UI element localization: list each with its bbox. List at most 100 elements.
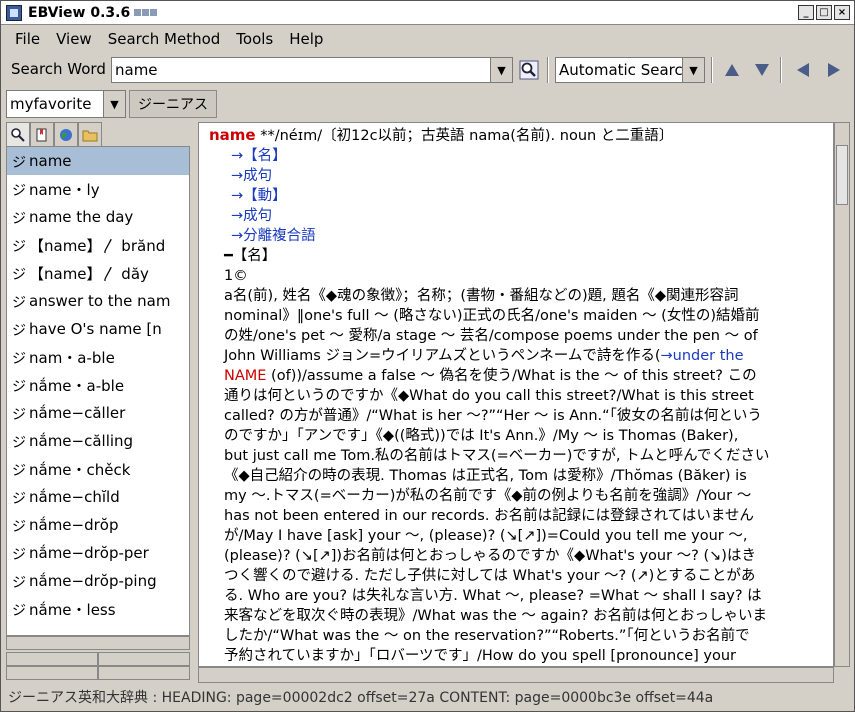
result-dict-mark: ジ bbox=[12, 379, 26, 395]
result-item[interactable]: ジ nắme−drŏp bbox=[7, 511, 189, 539]
result-item[interactable]: ジ have O's name [n bbox=[7, 315, 189, 343]
previous-hit-button[interactable] bbox=[720, 58, 744, 82]
result-item[interactable]: ジ nắme−chĭld bbox=[7, 483, 189, 511]
result-text: nắme・chěck bbox=[29, 460, 131, 479]
result-item[interactable]: ジ nắme・less bbox=[7, 595, 189, 623]
entry-inline-link[interactable]: →under the bbox=[661, 348, 744, 364]
content-vertical-scrollbar[interactable] bbox=[834, 122, 850, 667]
result-dict-mark: ジ bbox=[12, 323, 26, 339]
result-pane: ジ name ジ name・ly ジ name the day ジ【name】〳 brănd… bbox=[6, 122, 190, 684]
back-button[interactable] bbox=[791, 58, 815, 82]
entry-link[interactable]: →【名】 bbox=[231, 148, 287, 164]
search-method-combo[interactable]: Automatic Searcl ▼ bbox=[555, 57, 705, 83]
magnifier-icon[interactable] bbox=[517, 58, 541, 82]
dictionary-button[interactable]: ジーニアス bbox=[129, 90, 217, 118]
entry-line: の姓/one's pet 〜 愛称/a stage 〜 芸名/compose p… bbox=[209, 326, 825, 346]
result-dict-mark: ジ bbox=[12, 463, 26, 479]
title-bar: EBView 0.3.6 _ □ × bbox=[1, 1, 854, 25]
arrow-right-icon bbox=[99, 665, 189, 667]
chevron-down-icon[interactable]: ▼ bbox=[490, 58, 512, 82]
entry-link[interactable]: →成句 bbox=[231, 168, 272, 184]
result-text: nắme−drŏp-ping bbox=[29, 572, 157, 590]
minimize-button[interactable]: _ bbox=[798, 5, 814, 20]
entry-content[interactable]: name **/néɪm/〔初12c以前；古英語 nama(名前). noun … bbox=[198, 122, 834, 667]
result-prev-button[interactable] bbox=[6, 652, 98, 680]
arrow-up-icon bbox=[725, 64, 739, 76]
result-item[interactable]: ジ nắme・chěck bbox=[7, 455, 189, 483]
entry-pronunciation: **/néɪm/〔初12c以前；古英語 nama(名前). noun と二重語〕 bbox=[255, 128, 674, 144]
entry-line-text: John Williams ジョン=ウイリアムズというペンネームで詩を作る( bbox=[224, 348, 661, 364]
entry-line-text: 予約されていますか」「ロバーツです」/How do you spell [pro… bbox=[224, 648, 737, 664]
menu-help[interactable]: Help bbox=[281, 30, 331, 48]
forward-button[interactable] bbox=[822, 58, 846, 82]
folder-tab-icon[interactable] bbox=[78, 122, 102, 146]
close-button[interactable]: × bbox=[834, 5, 850, 20]
result-item[interactable]: ジ【name】〳 dăy bbox=[7, 259, 189, 287]
globe-tab-icon[interactable] bbox=[54, 122, 78, 146]
entry-line: a名(前), 姓名《◆魂の象徴》；名称；(書物・番組などの)題, 題名《◆関連形… bbox=[209, 286, 825, 306]
entry-line: nominal》‖one's full 〜 (略さない)正式の氏名/one's … bbox=[209, 306, 825, 326]
result-list-scrollbar[interactable] bbox=[6, 636, 190, 650]
menu-search-method[interactable]: Search Method bbox=[100, 30, 229, 48]
result-dict-mark: ジ bbox=[12, 183, 26, 199]
bookmark-tab-icon[interactable] bbox=[30, 122, 54, 146]
result-item[interactable]: ジ answer to the nam bbox=[7, 287, 189, 315]
search-word-combo[interactable]: name ▼ bbox=[111, 57, 513, 83]
result-text: nắme−chĭld bbox=[29, 488, 120, 506]
entry-line-text: (please)? (↘[↗])お名前は何とおっしゃるのですか《◆What's … bbox=[224, 548, 756, 564]
entry-line: 予約されていますか」「ロバーツです」/How do you spell [pro… bbox=[209, 646, 825, 666]
result-dict-mark: ジ bbox=[12, 155, 26, 171]
entry-line-text: called? の方が普通》/“What is her 〜?”“Her 〜 is… bbox=[224, 408, 762, 424]
toolbar-separator bbox=[780, 57, 782, 83]
result-dict-mark: ジ bbox=[12, 211, 26, 227]
entry-line-text: したか/“What was the 〜 on the reservation?”… bbox=[224, 628, 750, 644]
menu-tools[interactable]: Tools bbox=[228, 30, 281, 48]
result-item[interactable]: ジ name・ly bbox=[7, 175, 189, 203]
entry-inline-headword[interactable]: NAME bbox=[224, 368, 266, 384]
maximize-button[interactable]: □ bbox=[816, 5, 832, 20]
entry-line: NAME (of))/assume a false 〜 偽名を使う/What i… bbox=[209, 366, 825, 386]
result-item[interactable]: ジ【name】〳 brănd bbox=[7, 231, 189, 259]
chevron-down-icon[interactable]: ▼ bbox=[682, 58, 704, 82]
result-item[interactable]: ジ name the day bbox=[7, 203, 189, 231]
entry-headword: name bbox=[209, 126, 256, 144]
result-item[interactable]: ジ nắme・a-ble bbox=[7, 371, 189, 399]
result-text: nắme−căller bbox=[29, 404, 126, 422]
content-horizontal-scrollbar[interactable] bbox=[198, 667, 834, 683]
result-nav bbox=[6, 652, 190, 680]
status-bar: ジーニアス英和大辞典 : HEADING: page=00002dc2 offs… bbox=[8, 690, 714, 706]
entry-link[interactable]: →【動】 bbox=[231, 188, 287, 204]
result-item[interactable]: ジ nắme−drŏp-per bbox=[7, 539, 189, 567]
result-item[interactable]: ジ nam・a-ble bbox=[7, 343, 189, 371]
scroll-thumb[interactable] bbox=[836, 145, 848, 205]
entry-link[interactable]: →成句 bbox=[231, 208, 272, 224]
result-item[interactable]: ジ nắme−căller bbox=[7, 399, 189, 427]
result-text: nắme・a-ble bbox=[29, 376, 125, 395]
entry-line: したか/“What was the 〜 on the reservation?”… bbox=[209, 626, 825, 646]
entry-line-text: のですか」「アンです」《◆((略式))では It's Ann.》/My 〜 is… bbox=[224, 428, 739, 444]
result-text: nắme・less bbox=[29, 600, 116, 619]
dict-group-combo[interactable]: myfavorite ▼ bbox=[6, 90, 126, 118]
pane-tabs bbox=[6, 122, 102, 146]
entry-line-text: a名(前), 姓名《◆魂の象徴》；名称；(書物・番組などの)題, 題名《◆関連形… bbox=[224, 288, 739, 304]
result-list[interactable]: ジ name ジ name・ly ジ name the day ジ【name】〳 brănd… bbox=[6, 146, 190, 636]
result-item[interactable]: ジ nắme−călling bbox=[7, 427, 189, 455]
entry-line-text: 通りは何というのですか《◆What do you call this stree… bbox=[224, 388, 754, 404]
entry-line: has not been entered in our records. お名前… bbox=[209, 506, 825, 526]
search-word-input[interactable]: name bbox=[112, 61, 490, 79]
result-item[interactable]: ジ nắme−drŏp-ping bbox=[7, 567, 189, 595]
menu-file[interactable]: File bbox=[7, 30, 48, 48]
result-next-button[interactable] bbox=[98, 652, 190, 680]
result-item[interactable]: ジ name bbox=[7, 147, 189, 175]
search-tab-icon[interactable] bbox=[6, 122, 30, 146]
result-dict-mark: ジ bbox=[12, 519, 26, 535]
next-hit-button[interactable] bbox=[750, 58, 774, 82]
arrow-left-icon bbox=[797, 63, 809, 77]
menu-view[interactable]: View bbox=[48, 30, 100, 48]
toolbar-separator bbox=[711, 57, 713, 83]
result-dict-mark: ジ bbox=[12, 603, 26, 619]
entry-line: 通りは何というのですか《◆What do you call this stree… bbox=[209, 386, 825, 406]
result-text: nam・a-ble bbox=[29, 348, 115, 367]
entry-link[interactable]: →分離複合語 bbox=[231, 228, 316, 244]
chevron-down-icon[interactable]: ▼ bbox=[103, 91, 125, 117]
